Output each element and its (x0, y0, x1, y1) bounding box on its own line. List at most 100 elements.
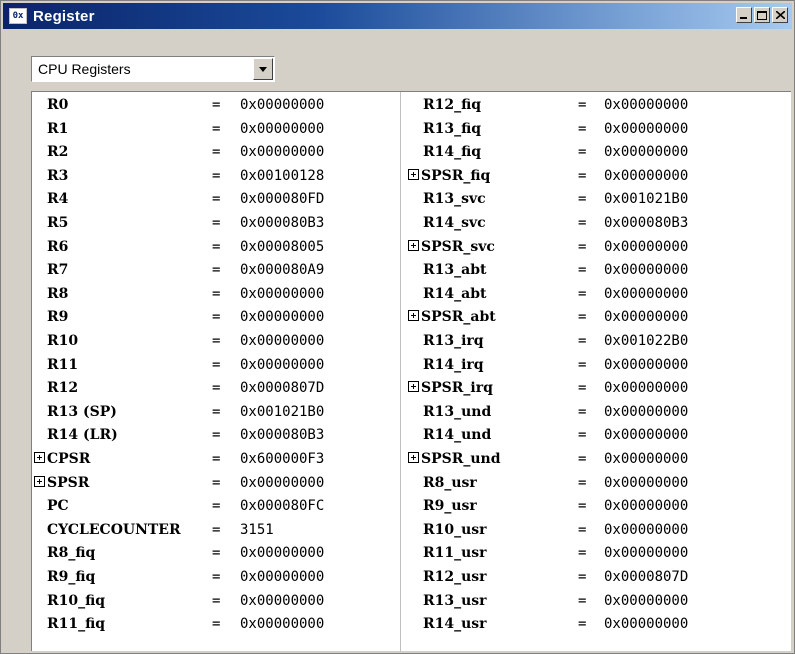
register-value[interactable]: 0x00000000 (604, 141, 688, 163)
register-row[interactable]: R8_fiq = 0x00000000 (34, 542, 394, 564)
register-row[interactable]: R11_usr = 0x00000000 (408, 542, 768, 564)
register-row[interactable]: R5 = 0x000080B3 (34, 212, 394, 234)
register-value[interactable]: 0x001022B0 (604, 330, 688, 352)
register-row[interactable]: R12_fiq = 0x00000000 (408, 94, 768, 116)
register-value[interactable]: 0x00000000 (604, 519, 688, 541)
expand-plus-icon[interactable] (34, 475, 45, 487)
register-value[interactable]: 0x00000000 (604, 448, 688, 470)
register-value[interactable]: 0x00000000 (240, 306, 324, 328)
register-row[interactable]: R11_fiq = 0x00000000 (34, 613, 394, 635)
register-row[interactable]: R10_usr = 0x00000000 (408, 519, 768, 541)
register-row[interactable]: R10_fiq = 0x00000000 (34, 590, 394, 612)
register-row[interactable]: R14_irq = 0x00000000 (408, 354, 768, 376)
register-row[interactable]: SPSR_und = 0x00000000 (408, 448, 768, 470)
register-row[interactable]: R14_svc = 0x000080B3 (408, 212, 768, 234)
register-value[interactable]: 0x00000000 (604, 306, 688, 328)
register-value[interactable]: 0x00000000 (604, 401, 688, 423)
register-value[interactable]: 0x00000000 (240, 354, 324, 376)
register-row[interactable]: R14_usr = 0x00000000 (408, 613, 768, 635)
register-value[interactable]: 0x00000000 (240, 613, 324, 635)
register-row[interactable]: R2 = 0x00000000 (34, 141, 394, 163)
register-value[interactable]: 3151 (240, 519, 274, 541)
register-row[interactable]: R12 = 0x0000807D (34, 377, 394, 399)
register-value[interactable]: 0x00000000 (240, 330, 324, 352)
register-value[interactable]: 0x000080A9 (240, 259, 324, 281)
expand-plus-icon[interactable] (408, 452, 419, 463)
register-value[interactable]: 0x00000000 (604, 259, 688, 281)
register-value[interactable]: 0x00000000 (604, 94, 688, 116)
register-row[interactable]: R13_usr = 0x00000000 (408, 590, 768, 612)
register-row[interactable]: R11 = 0x00000000 (34, 354, 394, 376)
register-row[interactable]: R7 = 0x000080A9 (34, 259, 394, 281)
register-value[interactable]: 0x00000000 (604, 283, 688, 305)
register-value[interactable]: 0x000080B3 (240, 424, 324, 446)
register-value[interactable]: 0x00000000 (240, 141, 324, 163)
register-value[interactable]: 0x00000000 (604, 472, 688, 494)
register-value[interactable]: 0x000080B3 (604, 212, 688, 234)
expand-plus-icon[interactable] (408, 381, 419, 393)
minimize-icon[interactable] (736, 7, 752, 23)
register-row[interactable]: R13_irq = 0x001022B0 (408, 330, 768, 352)
register-row[interactable]: R14 (LR) = 0x000080B3 (34, 424, 394, 446)
register-row[interactable]: R6 = 0x00008005 (34, 236, 394, 258)
register-value[interactable]: 0x00000000 (240, 590, 324, 612)
register-value[interactable]: 0x00000000 (604, 118, 688, 140)
register-value[interactable]: 0x00000000 (240, 118, 324, 140)
register-value[interactable]: 0x00000000 (604, 236, 688, 258)
register-window-icon[interactable]: 0x (9, 8, 27, 24)
register-set-dropdown[interactable]: CPU Registers (31, 56, 275, 82)
register-row[interactable]: R0 = 0x00000000 (34, 94, 394, 116)
register-row[interactable]: CYCLECOUNTER = 3151 (34, 519, 394, 541)
register-row[interactable]: R10 = 0x00000000 (34, 330, 394, 352)
register-value[interactable]: 0x000080FC (240, 495, 324, 517)
register-row[interactable]: R3 = 0x00100128 (34, 165, 394, 187)
register-row[interactable]: R9 = 0x00000000 (34, 306, 394, 328)
register-row[interactable]: R12_usr = 0x0000807D (408, 566, 768, 588)
close-icon[interactable] (772, 7, 788, 23)
register-row[interactable]: SPSR = 0x00000000 (34, 472, 394, 494)
register-row[interactable]: R14_fiq = 0x00000000 (408, 141, 768, 163)
register-row[interactable]: SPSR_fiq = 0x00000000 (408, 165, 768, 187)
register-value[interactable]: 0x00000000 (604, 542, 688, 564)
chevron-down-icon[interactable] (253, 58, 273, 80)
register-row[interactable]: R1 = 0x00000000 (34, 118, 394, 140)
register-row[interactable]: CPSR = 0x600000F3 (34, 448, 394, 470)
expand-plus-icon[interactable] (408, 239, 419, 251)
register-row[interactable]: SPSR_irq = 0x00000000 (408, 377, 768, 399)
expand-plus-icon[interactable] (408, 168, 419, 180)
register-row[interactable]: R13_fiq = 0x00000000 (408, 118, 768, 140)
register-row[interactable]: R4 = 0x000080FD (34, 188, 394, 210)
register-value[interactable]: 0x00000000 (604, 165, 688, 187)
register-value[interactable]: 0x00000000 (240, 542, 324, 564)
register-value[interactable]: 0x00000000 (604, 495, 688, 517)
expand-plus-icon[interactable] (408, 310, 419, 322)
register-row[interactable]: R13 (SP) = 0x001021B0 (34, 401, 394, 423)
register-value[interactable]: 0x00000000 (604, 377, 688, 399)
register-value[interactable]: 0x000080FD (240, 188, 324, 210)
register-row[interactable]: R13_abt = 0x00000000 (408, 259, 768, 281)
register-row[interactable]: R14_und = 0x00000000 (408, 424, 768, 446)
register-row[interactable]: SPSR_svc = 0x00000000 (408, 236, 768, 258)
register-value[interactable]: 0x000080B3 (240, 212, 324, 234)
register-row[interactable]: R9_usr = 0x00000000 (408, 495, 768, 517)
expand-plus-icon[interactable] (34, 452, 45, 463)
register-row[interactable]: R9_fiq = 0x00000000 (34, 566, 394, 588)
register-value[interactable]: 0x00000000 (240, 94, 324, 116)
register-row[interactable]: R13_und = 0x00000000 (408, 401, 768, 423)
register-row[interactable]: PC = 0x000080FC (34, 495, 394, 517)
register-row[interactable]: R8_usr = 0x00000000 (408, 472, 768, 494)
register-value[interactable]: 0x00000000 (604, 590, 688, 612)
register-value[interactable]: 0x001021B0 (604, 188, 688, 210)
register-row[interactable]: SPSR_abt = 0x00000000 (408, 306, 768, 328)
maximize-icon[interactable] (754, 7, 770, 23)
register-value[interactable]: 0x00000000 (240, 472, 324, 494)
register-value[interactable]: 0x00008005 (240, 236, 324, 258)
register-row[interactable]: R14_abt = 0x00000000 (408, 283, 768, 305)
register-value[interactable]: 0x0000807D (604, 566, 688, 588)
register-value[interactable]: 0x00000000 (604, 424, 688, 446)
register-value[interactable]: 0x00100128 (240, 165, 324, 187)
register-value[interactable]: 0x00000000 (240, 283, 324, 305)
register-value[interactable]: 0x00000000 (604, 613, 688, 635)
register-value[interactable]: 0x00000000 (240, 566, 324, 588)
register-value[interactable]: 0x001021B0 (240, 401, 324, 423)
